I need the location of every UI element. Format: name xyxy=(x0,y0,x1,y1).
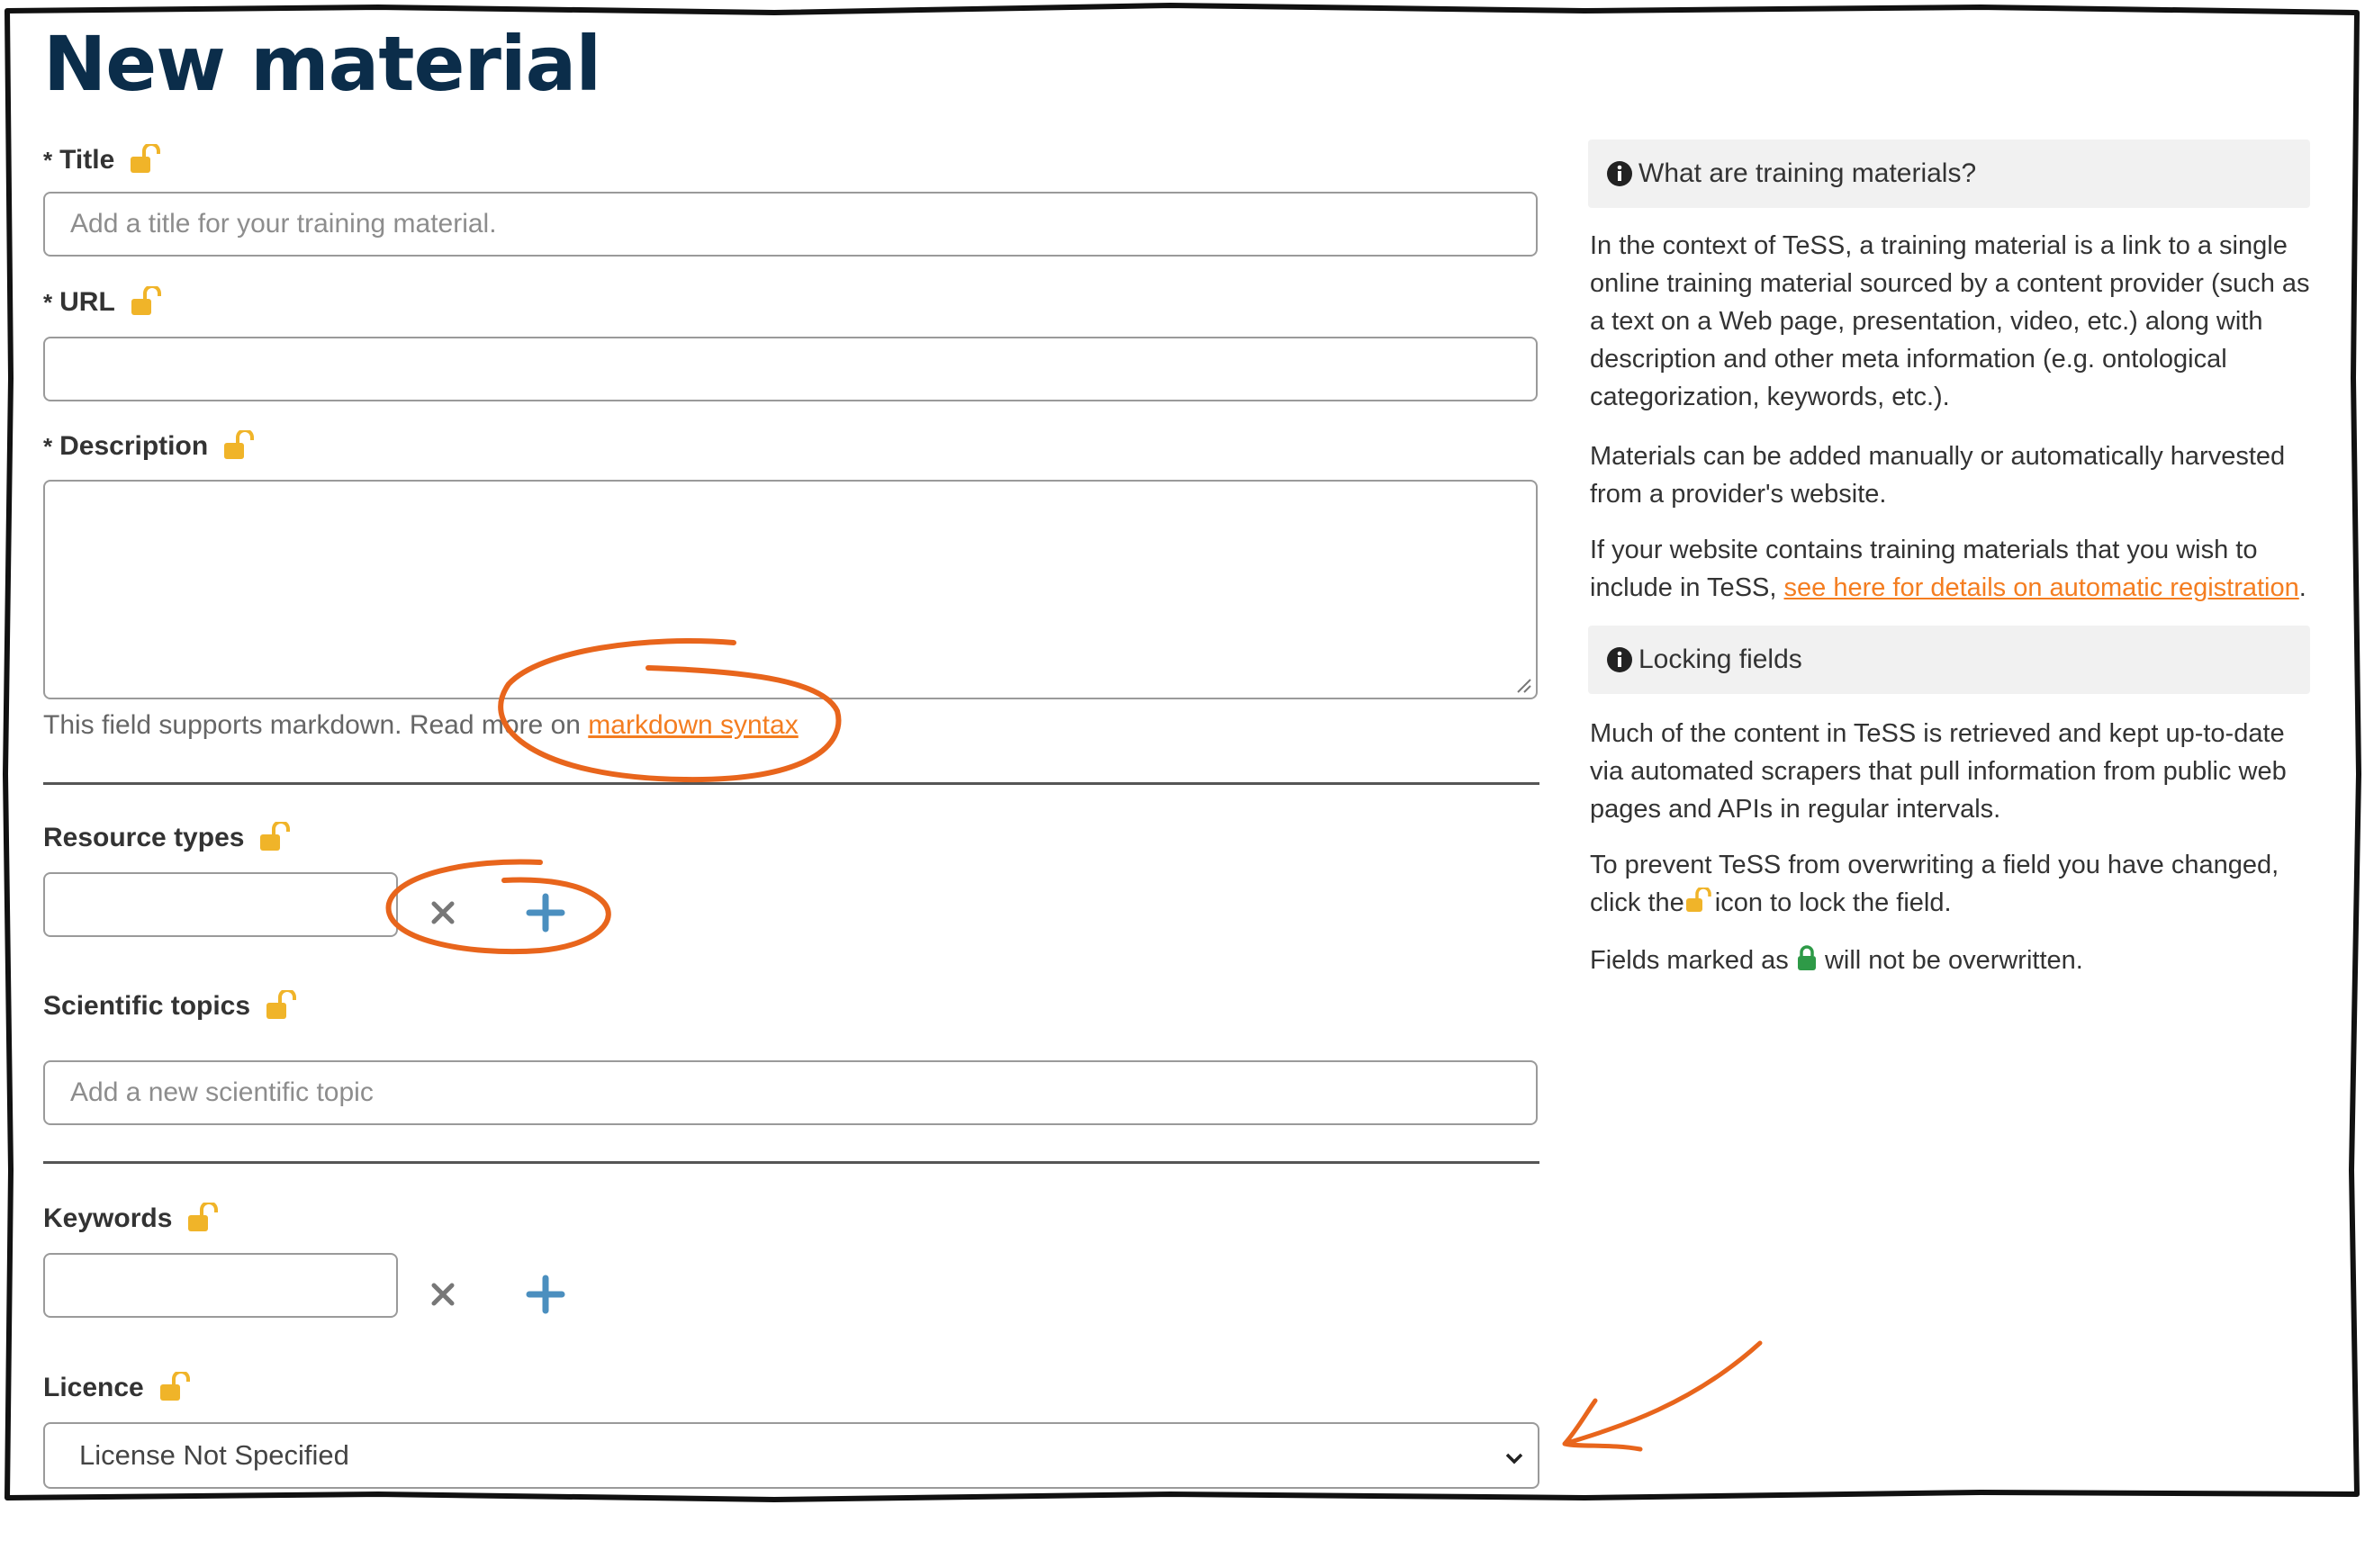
x-icon[interactable] xyxy=(427,897,459,929)
unlocked-padlock-icon[interactable] xyxy=(158,1372,194,1404)
keywords-label: Keywords xyxy=(43,1203,222,1235)
scientific-topic-input[interactable] xyxy=(43,1060,1538,1125)
description-textarea[interactable] xyxy=(43,480,1538,699)
locking-p2-suffix: icon to lock the field. xyxy=(1714,888,1952,917)
keyword-input[interactable] xyxy=(43,1253,398,1318)
required-mark: * xyxy=(43,146,53,174)
markdown-help-text: This field supports markdown. Read more … xyxy=(43,710,799,741)
url-label: * URL xyxy=(43,286,166,319)
section-divider xyxy=(43,782,1539,785)
markdown-help-prefix: This field supports markdown. Read more … xyxy=(43,710,589,740)
resource-types-label-text: Resource types xyxy=(43,823,245,852)
what-paragraph-1: In the context of TeSS, a training mater… xyxy=(1590,231,2310,411)
resource-types-label: Resource types xyxy=(43,822,294,854)
scientific-topics-label: Scientific topics xyxy=(43,990,301,1023)
what-paragraph-2: Materials can be added manually or autom… xyxy=(1590,442,2286,509)
annotation-arrow xyxy=(1562,1340,1763,1452)
section-divider xyxy=(43,1161,1539,1164)
keywords-label-text: Keywords xyxy=(43,1203,173,1233)
url-input[interactable] xyxy=(43,337,1538,401)
unlocked-padlock-icon[interactable] xyxy=(129,144,165,176)
plus-icon[interactable] xyxy=(524,1273,567,1316)
title-label: * Title xyxy=(43,144,165,176)
description-label: * Description xyxy=(43,430,258,463)
title-label-text: Title xyxy=(59,145,115,175)
unlocked-padlock-icon[interactable] xyxy=(265,990,301,1023)
unlocked-padlock-icon[interactable] xyxy=(186,1203,222,1235)
licence-label: Licence xyxy=(43,1372,194,1404)
locking-heading-text: Locking fields xyxy=(1638,644,1802,674)
locking-p3-prefix: Fields marked as xyxy=(1590,946,1789,975)
automatic-registration-link[interactable]: see here for details on automatic regist… xyxy=(1784,573,2299,602)
what-p3-suffix: . xyxy=(2298,573,2306,602)
plus-icon[interactable] xyxy=(524,891,567,934)
scientific-topics-label-text: Scientific topics xyxy=(43,991,251,1021)
unlocked-padlock-icon xyxy=(1685,888,1711,912)
locking-paragraph-2: To prevent TeSS from overwriting a field… xyxy=(1590,846,2310,922)
unlocked-padlock-icon[interactable] xyxy=(222,430,258,463)
what-heading-text: What are training materials? xyxy=(1638,158,1977,188)
title-input[interactable] xyxy=(43,192,1538,257)
licence-selected-value: License Not Specified xyxy=(79,1439,349,1471)
x-icon[interactable] xyxy=(427,1278,459,1311)
locking-fields-heading: Locking fields xyxy=(1588,626,2310,694)
locking-paragraph-3: Fields marked as will not be overwritten… xyxy=(1590,942,2310,979)
unlocked-padlock-icon[interactable] xyxy=(130,286,166,319)
locking-p3-suffix: will not be overwritten. xyxy=(1824,946,2083,975)
what-are-materials-heading: What are training materials? xyxy=(1588,140,2310,208)
licence-label-text: Licence xyxy=(43,1373,144,1402)
what-paragraph-3: If your website contains training materi… xyxy=(1590,531,2310,607)
url-label-text: URL xyxy=(59,287,115,317)
locking-paragraph-1: Much of the content in TeSS is retrieved… xyxy=(1590,719,2287,824)
markdown-syntax-link[interactable]: markdown syntax xyxy=(588,710,798,740)
licence-select[interactable]: License Not Specified xyxy=(43,1422,1539,1489)
resize-handle-icon[interactable] xyxy=(1512,674,1532,694)
chevron-down-icon xyxy=(1505,1453,1523,1464)
description-label-text: Description xyxy=(59,431,209,461)
annotation-circle-add xyxy=(385,859,611,955)
info-circle-icon xyxy=(1607,161,1632,186)
required-mark: * xyxy=(43,432,53,460)
required-mark: * xyxy=(43,288,53,316)
unlocked-padlock-icon[interactable] xyxy=(258,822,294,854)
page-title: New material xyxy=(43,20,601,108)
info-circle-icon xyxy=(1607,647,1632,672)
resource-type-input[interactable] xyxy=(43,872,398,937)
locked-padlock-icon xyxy=(1797,945,1816,970)
